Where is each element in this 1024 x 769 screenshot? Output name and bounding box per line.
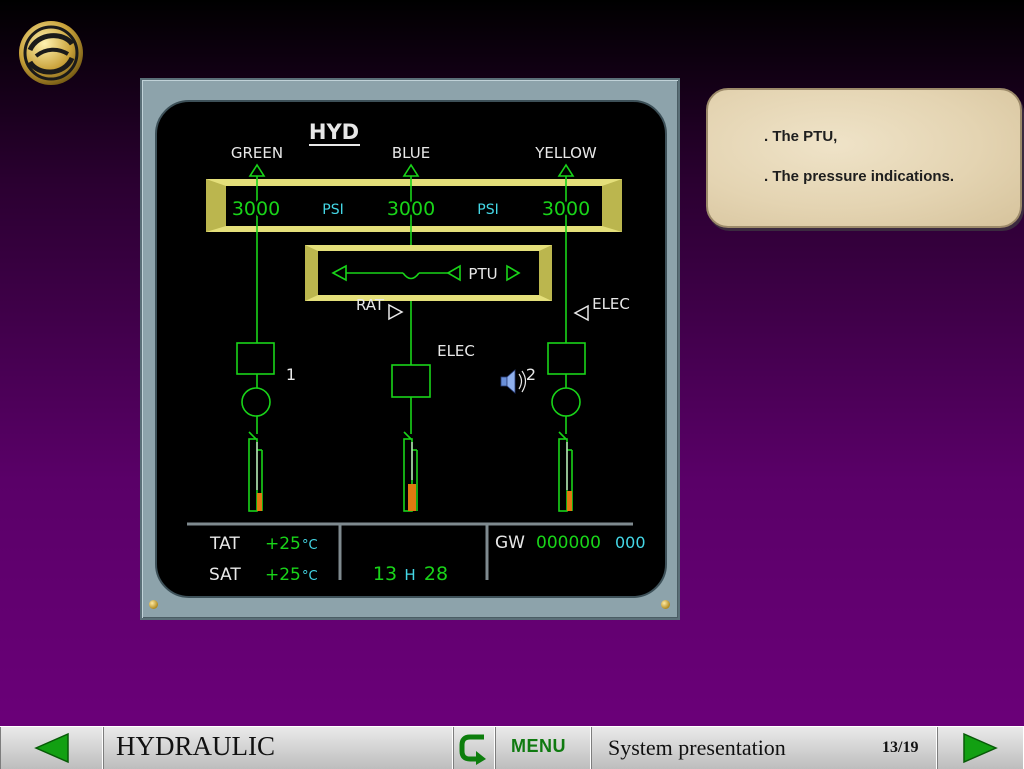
menu-button[interactable]: MENU <box>511 736 566 757</box>
page-indicator: 13/19 <box>882 739 919 756</box>
sat-label: SAT <box>209 565 241 585</box>
reservoir-green <box>248 431 263 512</box>
rat-label: RAT <box>356 296 385 314</box>
module-title-cell: HYDRAULIC <box>103 727 453 769</box>
sat-unit: °C <box>302 569 318 584</box>
prev-cell <box>0 727 103 769</box>
pump-label-1: 1 <box>286 365 296 384</box>
psi-label-2: PSI <box>477 202 498 218</box>
return-icon[interactable] <box>458 731 492 765</box>
rat-triangle <box>388 303 404 321</box>
gw-value: 000000 <box>536 533 601 553</box>
explanation-note: . The PTU, . The pressure indications. <box>706 88 1022 228</box>
tat-value: +25 <box>265 534 301 554</box>
ptu-label: PTU <box>468 265 497 283</box>
previous-page-button[interactable] <box>32 732 72 764</box>
time-h: H <box>404 566 415 584</box>
system-label-yellow: YELLOW <box>534 144 597 162</box>
speaker-icon[interactable] <box>500 369 527 394</box>
page-title: HYD <box>309 120 359 144</box>
next-page-button[interactable] <box>960 732 1000 764</box>
time-minutes: 28 <box>424 563 448 585</box>
pump-label-2: 2 <box>526 365 536 384</box>
pressure-yellow: 3000 <box>542 198 590 220</box>
elec-yellow-triangle <box>573 304 589 322</box>
time-hours: 13 <box>373 563 397 585</box>
psi-label-1: PSI <box>322 202 343 218</box>
gw-unit: 000 <box>615 533 646 552</box>
reservoir-yellow <box>558 431 573 512</box>
tat-label: TAT <box>209 534 240 554</box>
tat-unit: °C <box>302 538 318 553</box>
pressure-triangles <box>248 163 575 177</box>
section-title-cell: System presentation 13/19 <box>591 727 937 769</box>
system-label-blue: BLUE <box>392 144 430 162</box>
pressure-green: 3000 <box>232 198 280 220</box>
note-line-1: . The PTU, <box>764 128 838 145</box>
module-title: HYDRAULIC <box>116 731 275 761</box>
return-cell <box>453 727 495 769</box>
gw-label: GW <box>495 533 525 553</box>
section-title: System presentation <box>608 735 786 760</box>
pressure-blue: 3000 <box>387 198 435 220</box>
elec-label-blue: ELEC <box>437 342 475 360</box>
elec-label-yellow: ELEC <box>592 295 630 313</box>
next-cell <box>937 727 1024 769</box>
note-line-2: . The pressure indications. <box>764 168 955 185</box>
sat-value: +25 <box>265 565 301 585</box>
reservoir-blue <box>403 431 418 512</box>
system-label-green: GREEN <box>231 144 283 162</box>
